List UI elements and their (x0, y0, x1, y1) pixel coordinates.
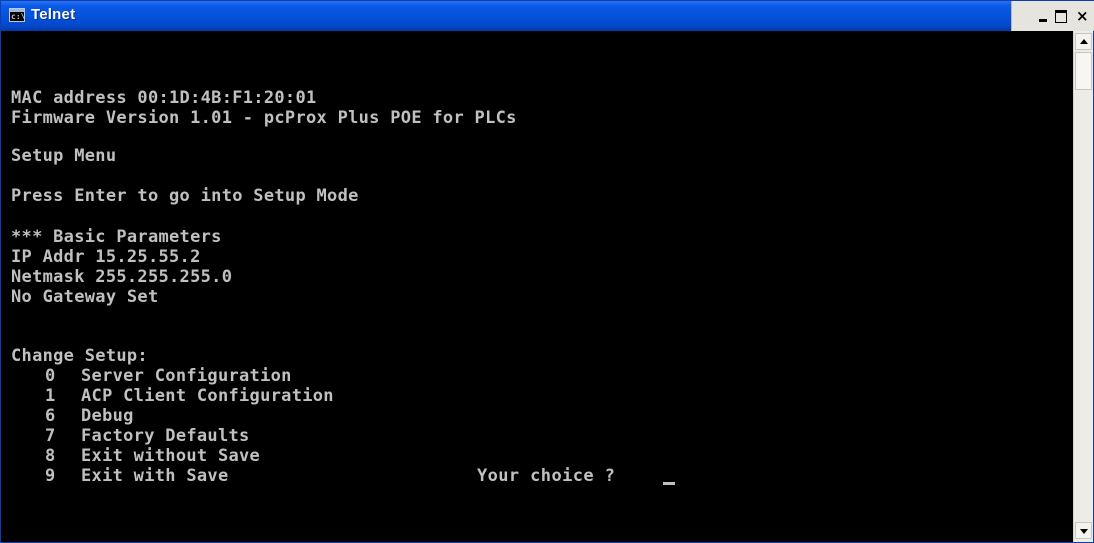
telnet-window: c:\ Telnet × MAC address 00:1D:4B:F1:20:… (0, 0, 1094, 543)
console-line-ip-addr: IP Addr 15.25.55.2 (11, 247, 201, 267)
title-bar[interactable]: c:\ Telnet × (1, 1, 1094, 31)
scrollbar-thumb[interactable] (1075, 52, 1092, 90)
menu-option-label: Debug (81, 406, 134, 426)
menu-option-number: 0 (45, 366, 56, 386)
console-line-setup-menu: Setup Menu (11, 146, 117, 166)
scroll-up-arrow-icon (1080, 39, 1088, 44)
menu-option-number: 1 (45, 386, 56, 406)
scroll-up-button[interactable] (1075, 33, 1092, 50)
menu-option-number: 6 (45, 406, 56, 426)
console-line-gateway: No Gateway Set (11, 287, 159, 307)
menu-option-label: Exit without Save (81, 446, 261, 466)
maximize-icon (1055, 10, 1067, 23)
close-button[interactable]: × (1073, 6, 1094, 26)
menu-option-number: 7 (45, 426, 56, 446)
console-area[interactable]: MAC address 00:1D:4B:F1:20:01 Firmware V… (1, 31, 1073, 542)
choice-prompt: Your choice ? (477, 466, 616, 486)
console-line-netmask: Netmask 255.255.255.0 (11, 267, 233, 287)
menu-option-number: 8 (45, 446, 56, 466)
maximize-button[interactable] (1053, 6, 1074, 26)
menu-option-label: Exit with Save (81, 466, 229, 486)
scroll-down-button[interactable] (1075, 522, 1092, 539)
scroll-down-arrow-icon (1080, 529, 1088, 534)
console-line-basic-params: *** Basic Parameters (11, 227, 222, 247)
console-icon-glyph: c:\ (11, 12, 25, 21)
window-title: Telnet (31, 6, 76, 23)
menu-option-label: ACP Client Configuration (81, 386, 334, 406)
text-cursor (663, 482, 675, 485)
minimize-icon (1039, 19, 1047, 22)
close-icon: × (1076, 7, 1089, 25)
console-line-change-setup: Change Setup: (11, 346, 148, 366)
menu-option-number: 9 (45, 466, 56, 486)
console-icon[interactable]: c:\ (9, 8, 25, 22)
console-line-mac: MAC address 00:1D:4B:F1:20:01 (11, 88, 317, 108)
console-line-press-enter: Press Enter to go into Setup Mode (11, 186, 359, 206)
console-line-firmware: Firmware Version 1.01 - pcProx Plus POE … (11, 108, 517, 128)
menu-option-label: Factory Defaults (81, 426, 250, 446)
menu-option-label: Server Configuration (81, 366, 292, 386)
vertical-scrollbar[interactable] (1073, 31, 1093, 542)
